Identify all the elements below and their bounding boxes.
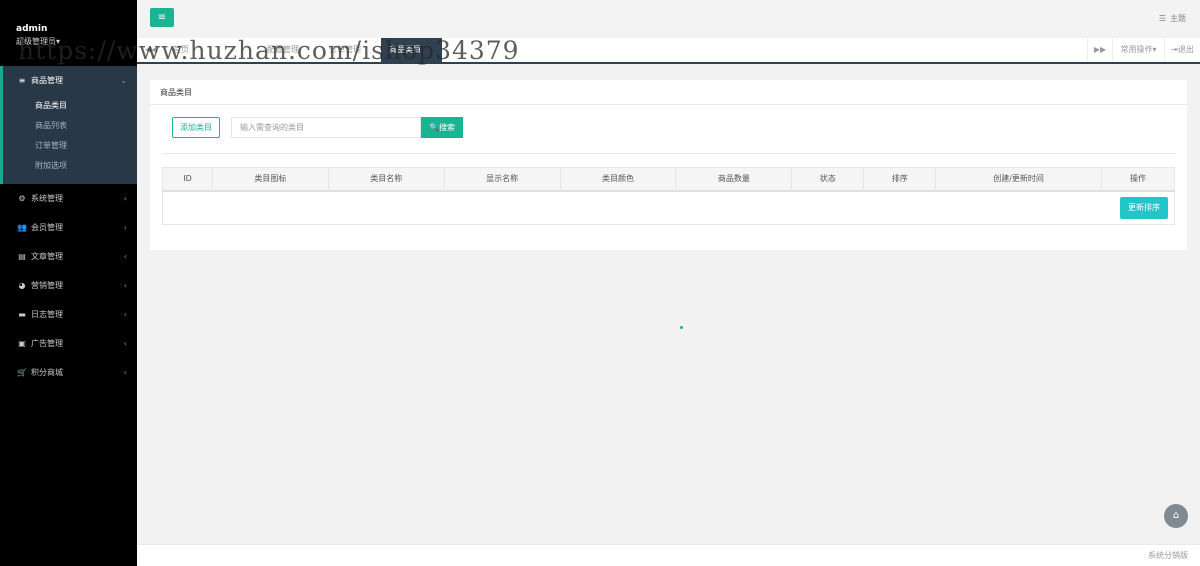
sidebar-group-goods: ≡ 商品管理 ⌄ 商品类目 商品列表 订单管理 附加选项: [0, 66, 137, 184]
image-icon: ▣: [18, 339, 26, 348]
common-ops-dropdown[interactable]: 常用操作▾: [1112, 38, 1164, 62]
footer-text: 系统分销版: [1148, 551, 1188, 560]
search-icon: 🔍: [429, 123, 439, 132]
list-icon: ▬: [18, 310, 26, 319]
column-header[interactable]: 类目图标: [211, 167, 329, 192]
sidebar-item-members[interactable]: 👥 会员管理 ‹: [0, 213, 137, 242]
table-footer-row: 更新排序: [162, 190, 1175, 225]
column-header[interactable]: 操作: [1101, 167, 1175, 192]
column-header[interactable]: 创建/更新时间: [935, 167, 1102, 192]
logout-button[interactable]: ⇥退出: [1164, 38, 1200, 62]
pie-chart-icon: ◕: [18, 281, 26, 290]
tab-orders[interactable]: 订单管理: [321, 38, 369, 62]
column-header[interactable]: 商品数量: [675, 167, 793, 192]
home-icon[interactable]: ⌂: [1164, 504, 1188, 528]
column-header[interactable]: ID: [162, 167, 213, 192]
divider: [162, 153, 1175, 154]
loading-indicator: [680, 326, 683, 329]
tab-config[interactable]: 配置管理: [259, 38, 307, 62]
column-header[interactable]: 排序: [863, 167, 937, 192]
username: admin: [16, 24, 48, 34]
column-header[interactable]: 显示名称: [443, 167, 561, 192]
bars-icon: ≡: [18, 75, 26, 85]
footer: 系统分销版: [137, 544, 1200, 566]
sidebar-subitem-addons[interactable]: 附加选项: [3, 156, 137, 176]
table-actions-cell: 更新排序: [162, 190, 1175, 225]
add-category-button[interactable]: 添加类目: [172, 117, 220, 138]
search-input[interactable]: 输入需查询的类目: [231, 117, 421, 138]
gear-icon: ⚙: [18, 194, 26, 203]
role-dropdown[interactable]: 超级管理员▾: [16, 36, 137, 47]
sidebar-item-logs[interactable]: ▬ 日志管理 ‹: [0, 300, 137, 329]
chevron-left-icon: ‹: [123, 252, 127, 261]
tabs-back-button[interactable]: ◀◀: [137, 38, 165, 62]
chevron-left-icon: ‹: [123, 339, 127, 348]
category-table: ID 类目图标 类目名称 显示名称 类目颜色 商品数量 状态 排序 创建/更新时…: [162, 167, 1175, 225]
theme-icon: ☰: [1158, 14, 1166, 23]
chevron-left-icon: ‹: [123, 281, 127, 290]
menu-toggle-button[interactable]: ≡: [150, 8, 174, 27]
sidebar-item-marketing[interactable]: ◕ 营销管理 ‹: [0, 271, 137, 300]
sidebar-item-system[interactable]: ⚙ 系统管理 ‹: [0, 184, 137, 213]
sidebar-item-points-mall[interactable]: 🛒 积分商城 ‹: [0, 358, 137, 387]
sidebar-item-articles[interactable]: ▤ 文章管理 ‹: [0, 242, 137, 271]
search-button[interactable]: 🔍搜索: [421, 117, 463, 138]
cart-icon: 🛒: [17, 368, 27, 377]
table-header-row: ID 类目图标 类目名称 显示名称 类目颜色 商品数量 状态 排序 创建/更新时…: [162, 167, 1175, 192]
theme-button[interactable]: ☰ 主题: [1159, 13, 1186, 24]
sidebar: admin 超级管理员▾ ≡ 商品管理 ⌄ 商品类目 商品列表 订单管理 附加选…: [0, 0, 137, 566]
sidebar-subitem-orders[interactable]: 订单管理: [3, 136, 137, 156]
column-header[interactable]: 状态: [791, 167, 865, 192]
users-icon: 👥: [17, 223, 27, 232]
chevron-down-icon: ⌄: [120, 75, 127, 85]
profile: admin 超级管理员▾: [0, 0, 137, 66]
tab-category[interactable]: 商品类目: [381, 38, 442, 62]
sidebar-subitem-goods-list[interactable]: 商品列表: [3, 116, 137, 136]
sidebar-subitem-category[interactable]: 商品类目: [3, 96, 137, 116]
file-icon: ▤: [18, 252, 26, 261]
panel-title: 商品类目: [150, 80, 1187, 105]
tab-home[interactable]: 首页: [165, 38, 197, 62]
sidebar-item-ads[interactable]: ▣ 广告管理 ‹: [0, 329, 137, 358]
chevron-left-icon: ‹: [123, 310, 127, 319]
top-navbar: ≡ ☰ 主题: [137, 0, 1200, 38]
page-tabs: ◀◀ 首页 配置管理 订单管理 商品类目 ▶▶ 常用操作▾ ⇥退出: [137, 38, 1200, 64]
sidebar-submenu: 商品类目 商品列表 订单管理 附加选项: [3, 94, 137, 184]
column-header[interactable]: 类目颜色: [559, 167, 677, 192]
tabs-forward-button[interactable]: ▶▶: [1087, 38, 1112, 62]
chevron-left-icon: ‹: [123, 368, 127, 377]
toolbar: 添加类目 输入需查询的类目 🔍搜索: [172, 117, 463, 138]
chevron-left-icon: ‹: [123, 194, 127, 203]
column-header[interactable]: 类目名称: [327, 167, 445, 192]
sidebar-item-goods[interactable]: ≡ 商品管理 ⌄: [3, 66, 137, 94]
chevron-left-icon: ‹: [123, 223, 127, 232]
update-sort-button[interactable]: 更新排序: [1120, 196, 1168, 219]
category-panel: 商品类目 添加类目 输入需查询的类目 🔍搜索 ID 类目图标 类目名称 显示名称…: [150, 80, 1187, 250]
